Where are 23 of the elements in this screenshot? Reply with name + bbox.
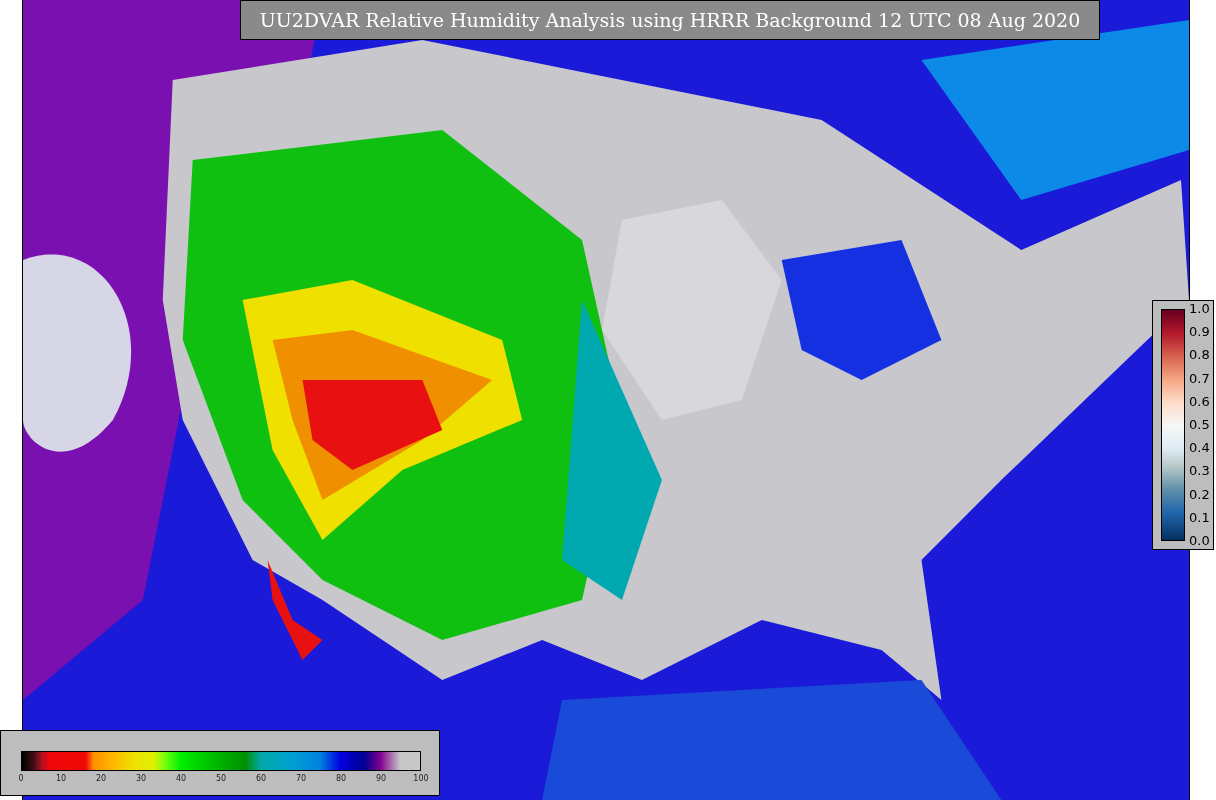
colorbar-tick-label: 50 xyxy=(214,774,228,783)
colorbar-tick-label: 0.5 xyxy=(1189,416,1210,433)
colorbar-tick-label: 60 xyxy=(254,774,268,783)
colorbar-tick-label: 80 xyxy=(334,774,348,783)
colorbar-tick-label: 0.8 xyxy=(1189,347,1210,364)
colorbar-tick-label: 0.1 xyxy=(1189,509,1210,526)
colorbar-tick-label: 0.7 xyxy=(1189,370,1210,387)
colorbar-tick-label: 70 xyxy=(294,774,308,783)
colorbar-tick-label: 90 xyxy=(374,774,388,783)
colorbar-tick-label: 0.4 xyxy=(1189,440,1210,457)
colorbar-tick-label: 0.9 xyxy=(1189,324,1210,341)
colorbar-tick-label: 40 xyxy=(174,774,188,783)
colorbar-tick-label: 30 xyxy=(134,774,148,783)
colorbar-tick-label: 100 xyxy=(413,774,429,783)
colorbar-tick-label: 0.3 xyxy=(1189,463,1210,480)
colorbar-tick-label: 0.0 xyxy=(1189,532,1210,549)
colorbar-tick-label: 0.6 xyxy=(1189,393,1210,410)
colorbar-tick-label: 20 xyxy=(94,774,108,783)
colorbar-tick-label: 1.0 xyxy=(1189,301,1210,317)
map-title: UU2DVAR Relative Humidity Analysis using HRRR Background 12 UTC 08 Aug 2020 xyxy=(240,0,1100,40)
colorbar-tick-label: 0 xyxy=(17,774,25,783)
colorbar-tick-label: 0.2 xyxy=(1189,486,1210,503)
colorbar-tick-label: 10 xyxy=(54,774,68,783)
